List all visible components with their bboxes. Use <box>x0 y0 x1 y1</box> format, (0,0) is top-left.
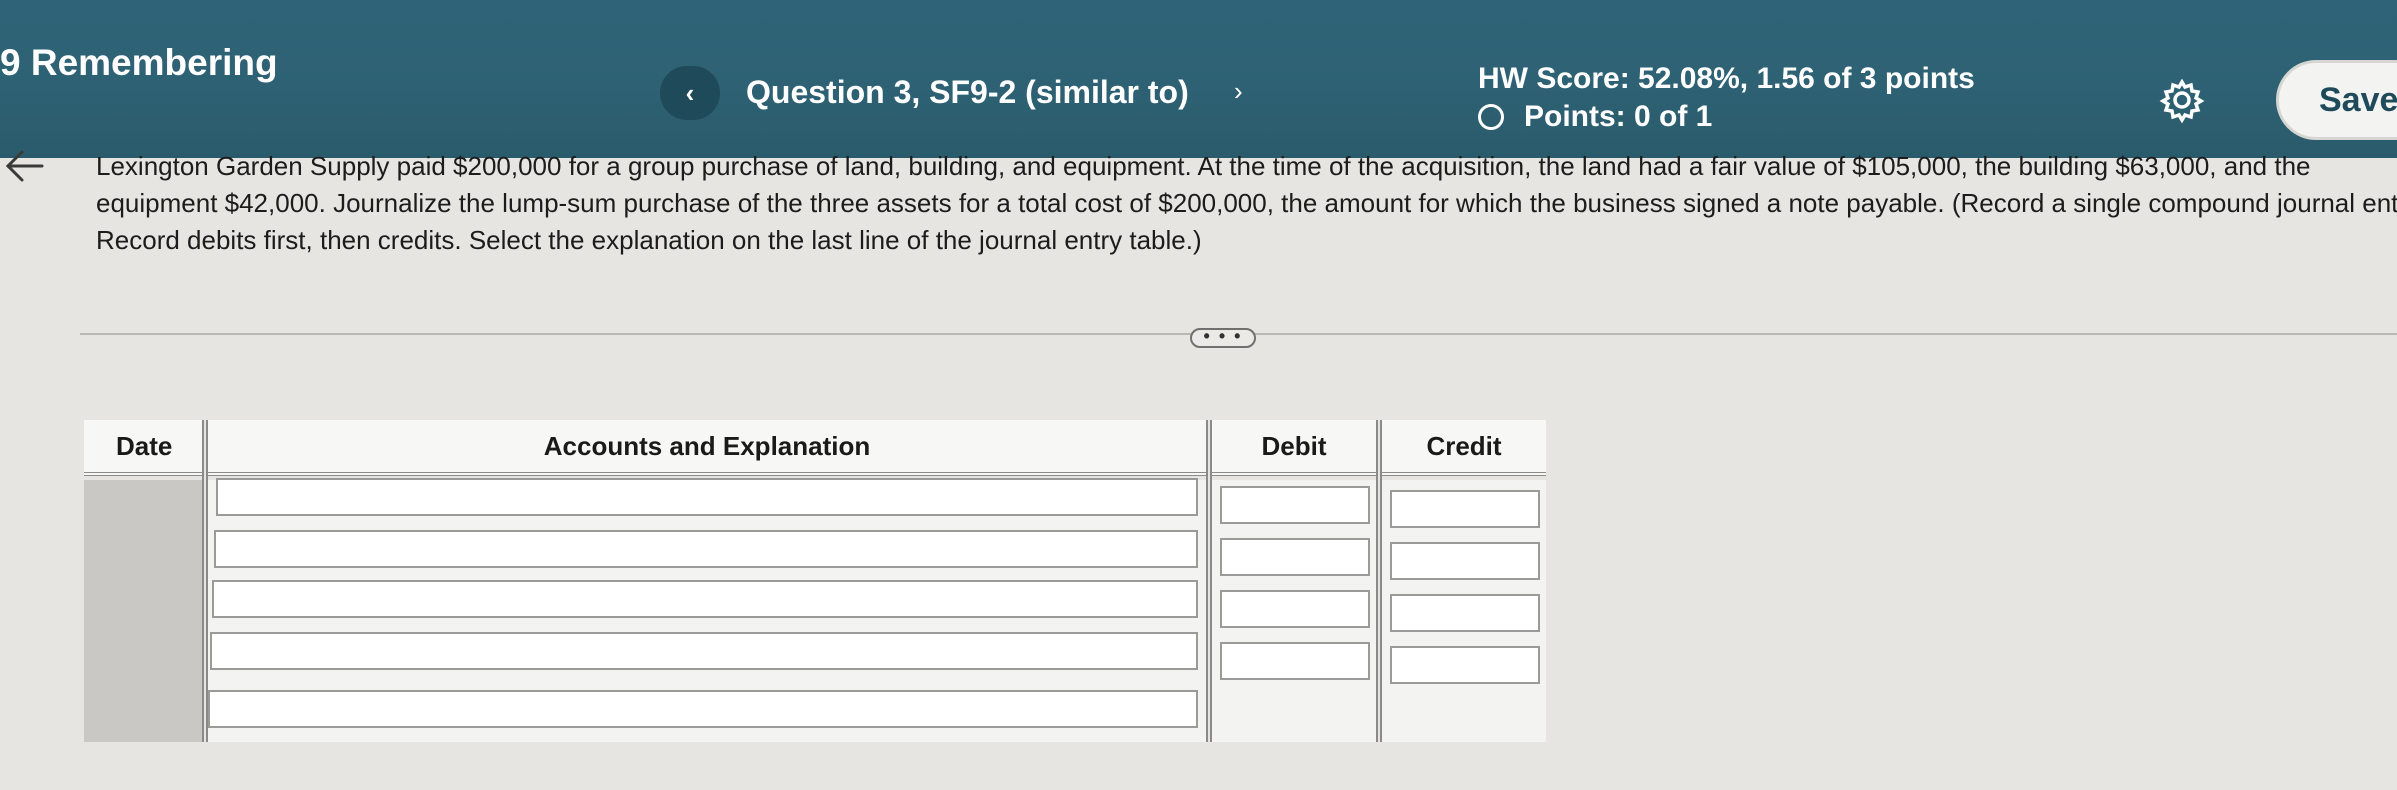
credit-input-row-4[interactable] <box>1390 646 1540 684</box>
debit-input-row-4[interactable] <box>1220 642 1370 680</box>
account-input-row-1[interactable] <box>216 478 1198 516</box>
column-separator <box>1376 420 1382 742</box>
points-text: Points: 0 of 1 <box>1524 100 1713 133</box>
back-button[interactable] <box>4 146 44 186</box>
assignment-header: 9 Remembering ‹ Question 3, SF9-2 (simil… <box>0 0 2397 158</box>
save-button[interactable]: Save <box>2276 60 2397 140</box>
assignment-title: 9 Remembering <box>0 42 278 83</box>
problem-statement: Lexington Garden Supply paid $200,000 fo… <box>96 151 2397 255</box>
hw-score: HW Score: 52.08%, 1.56 of 3 points <box>1478 62 1975 95</box>
account-input-row-4[interactable] <box>210 632 1198 670</box>
more-options-button[interactable]: • • • <box>1190 327 1256 348</box>
question-title: Question 3, SF9-2 (similar to) <box>746 74 1189 110</box>
debit-input-row-3[interactable] <box>1220 590 1370 628</box>
settings-button[interactable] <box>2158 76 2206 124</box>
accounts-column-header: Accounts and Explanation <box>208 420 1206 476</box>
date-column <box>84 480 202 742</box>
explanation-input[interactable] <box>208 690 1198 728</box>
points-status: Points: 0 of 1 <box>1478 100 1712 134</box>
credit-input-row-3[interactable] <box>1390 594 1540 632</box>
next-question-button[interactable]: › <box>1234 76 1243 107</box>
credit-input-row-2[interactable] <box>1390 542 1540 580</box>
credit-input-row-1[interactable] <box>1390 490 1540 528</box>
debit-input-row-1[interactable] <box>1220 486 1370 524</box>
previous-question-button[interactable]: ‹ <box>660 66 720 120</box>
account-input-row-3[interactable] <box>212 580 1198 618</box>
arrow-left-icon <box>5 150 44 182</box>
column-separator <box>1206 420 1212 742</box>
debit-column-header: Debit <box>1212 420 1376 476</box>
account-input-row-2[interactable] <box>214 530 1198 568</box>
credit-column-header: Credit <box>1382 420 1546 476</box>
gear-icon <box>2159 78 2205 124</box>
circle-status-icon <box>1478 104 1504 130</box>
date-column-header: Date <box>84 420 202 476</box>
debit-input-row-2[interactable] <box>1220 538 1370 576</box>
